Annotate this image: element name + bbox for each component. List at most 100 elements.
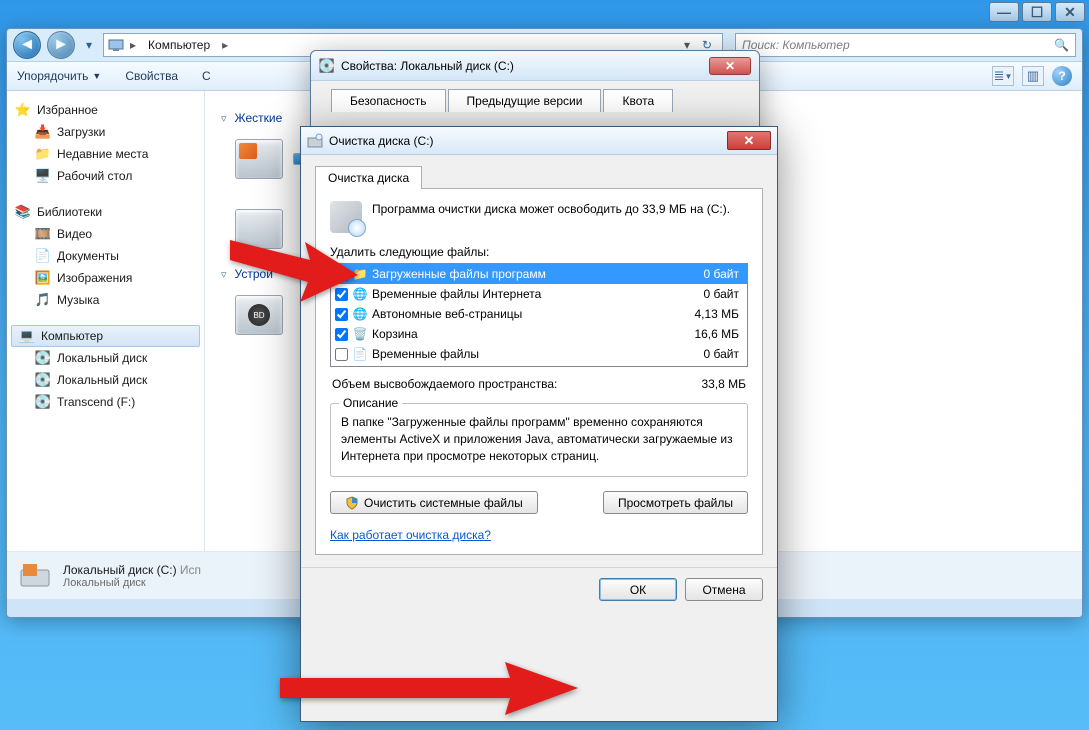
- clean-system-files-button[interactable]: Очистить системные файлы: [330, 491, 538, 514]
- breadcrumb-computer[interactable]: Компьютер: [142, 38, 216, 52]
- file-name: Корзина: [372, 327, 690, 341]
- computer-icon: 💻: [19, 328, 35, 344]
- file-icon: 📁: [352, 266, 368, 282]
- file-size: 0 байт: [704, 347, 743, 361]
- search-input[interactable]: Поиск: Компьютер 🔍: [735, 33, 1076, 57]
- preview-pane-button[interactable]: ▥: [1022, 66, 1044, 86]
- close-button[interactable]: ✕: [709, 57, 751, 75]
- sidebar-item-local-disk-2[interactable]: 💽Локальный диск: [11, 369, 200, 391]
- file-checkbox[interactable]: [335, 308, 348, 321]
- drive-icon: 💽: [319, 58, 335, 74]
- cleanup-message: Программа очистки диска может освободить…: [372, 201, 730, 233]
- collapse-icon: ▿: [221, 268, 227, 281]
- view-files-button[interactable]: Просмотреть файлы: [603, 491, 748, 514]
- sidebar-computer[interactable]: 💻Компьютер: [11, 325, 200, 347]
- file-row[interactable]: 🌐Временные файлы Интернета0 байт: [331, 284, 747, 304]
- nav-back-button[interactable]: ◄: [13, 31, 41, 59]
- file-size: 16,6 МБ: [694, 327, 743, 341]
- properties-button[interactable]: Свойства: [125, 69, 178, 83]
- sidebar-item-desktop[interactable]: 🖥️Рабочий стол: [11, 165, 200, 187]
- sidebar-item-images[interactable]: 🖼️Изображения: [11, 267, 200, 289]
- tab-previous-versions[interactable]: Предыдущие версии: [448, 89, 602, 112]
- organize-menu[interactable]: Упорядочить▼: [17, 69, 101, 83]
- sidebar-item-downloads[interactable]: 📥Загрузки: [11, 121, 200, 143]
- tab-security[interactable]: Безопасность: [331, 89, 446, 112]
- images-icon: 🖼️: [35, 270, 51, 286]
- sidebar-item-local-disk[interactable]: 💽Локальный диск: [11, 347, 200, 369]
- file-name: Загруженные файлы программ: [372, 267, 700, 281]
- nav-forward-button[interactable]: ►: [47, 31, 75, 59]
- file-row[interactable]: 🌐 Автономные веб-страницы 4,13 МБ: [331, 304, 747, 324]
- cancel-button[interactable]: Отмена: [685, 578, 763, 601]
- cleanup-dialog: Очистка диска (C:) ✕ Очистка диска Прогр…: [300, 126, 778, 722]
- maximize-button[interactable]: ☐: [1022, 2, 1052, 22]
- help-link[interactable]: Как работает очистка диска?: [330, 528, 491, 542]
- sidebar-favorites[interactable]: ⭐Избранное: [11, 99, 200, 121]
- status-type: Локальный диск: [63, 577, 201, 589]
- file-name: Временные файлы Интернета: [372, 287, 700, 301]
- nav-history-dropdown[interactable]: ▾: [81, 33, 97, 57]
- status-used: Исп: [180, 563, 201, 577]
- file-list[interactable]: 📁 Загруженные файлы программ 0 байт 🌐 Времен…: [330, 263, 748, 367]
- view-options-button[interactable]: ≣ ▼: [992, 66, 1014, 86]
- recent-icon: 📁: [35, 146, 51, 162]
- file-checkbox[interactable]: [335, 268, 348, 281]
- file-icon: 🗑️: [352, 326, 368, 342]
- breadcrumb-separator[interactable]: ▸: [220, 38, 230, 52]
- tab-quota[interactable]: Квота: [603, 89, 673, 112]
- sidebar-item-transcend[interactable]: 💽Transcend (F:): [11, 391, 200, 413]
- hdd-icon: 💽: [35, 350, 51, 366]
- breadcrumb-separator[interactable]: ▸: [128, 38, 138, 52]
- properties-titlebar[interactable]: 💽 Свойства: Локальный диск (C:) ✕: [311, 51, 759, 81]
- system-button[interactable]: С: [202, 69, 211, 83]
- sidebar-item-recent[interactable]: 📁Недавние места: [11, 143, 200, 165]
- sidebar-item-music[interactable]: 🎵Музыка: [11, 289, 200, 311]
- video-icon: 🎞️: [35, 226, 51, 242]
- collapse-icon: ▿: [221, 112, 227, 125]
- close-button[interactable]: ✕: [1055, 2, 1085, 22]
- summary-label: Объем высвобождаемого пространства:: [332, 377, 557, 391]
- file-row[interactable]: 🗑️ Корзина 16,6 МБ: [331, 324, 747, 344]
- cleanup-title-text: Очистка диска (C:): [329, 134, 434, 148]
- description-text: В папке "Загруженные файлы программ" вре…: [341, 414, 737, 464]
- file-size: 0 байт: [704, 267, 743, 281]
- window-controls: — ☐ ✕: [989, 2, 1085, 22]
- drive-icon: [235, 139, 283, 179]
- drive-bd[interactable]: BD: [235, 295, 283, 335]
- music-icon: 🎵: [35, 292, 51, 308]
- minimize-button[interactable]: —: [989, 2, 1019, 22]
- tab-cleanup[interactable]: Очистка диска: [315, 166, 422, 189]
- properties-title: Свойства: Локальный диск (C:): [341, 59, 514, 73]
- star-icon: ⭐: [15, 102, 31, 118]
- sidebar-item-video[interactable]: 🎞️Видео: [11, 223, 200, 245]
- file-row[interactable]: 📄Временные файлы0 байт: [331, 344, 747, 364]
- cleanup-icon: [307, 133, 323, 149]
- cleanup-large-icon: [330, 201, 362, 233]
- file-checkbox[interactable]: [335, 328, 348, 341]
- file-name: Автономные веб-страницы: [372, 307, 690, 321]
- file-size: 4,13 МБ: [694, 307, 743, 321]
- cleanup-titlebar[interactable]: Очистка диска (C:) ✕: [301, 127, 777, 155]
- help-button[interactable]: ?: [1052, 66, 1072, 86]
- documents-icon: 📄: [35, 248, 51, 264]
- sidebar: ⭐Избранное 📥Загрузки 📁Недавние места 🖥️Р…: [7, 91, 205, 551]
- hdd-icon: 💽: [35, 372, 51, 388]
- file-size: 0 байт: [704, 287, 743, 301]
- file-row[interactable]: 📁 Загруженные файлы программ 0 байт: [331, 264, 747, 284]
- downloads-icon: 📥: [35, 124, 51, 140]
- files-label: Удалить следующие файлы:: [330, 245, 748, 259]
- file-icon: 🌐: [352, 306, 368, 322]
- sidebar-item-documents[interactable]: 📄Документы: [11, 245, 200, 267]
- drive-icon: [235, 209, 283, 249]
- file-name: Временные файлы: [372, 347, 700, 361]
- desktop-icon: 🖥️: [35, 168, 51, 184]
- file-checkbox[interactable]: [335, 348, 348, 361]
- ok-button[interactable]: ОК: [599, 578, 677, 601]
- libraries-icon: 📚: [15, 204, 31, 220]
- close-button[interactable]: ✕: [727, 131, 771, 150]
- drive-e[interactable]: [235, 209, 283, 249]
- sidebar-libraries[interactable]: 📚Библиотеки: [11, 201, 200, 223]
- description-title: Описание: [339, 396, 402, 410]
- summary-value: 33,8 МБ: [701, 377, 746, 391]
- file-checkbox[interactable]: [335, 288, 348, 301]
